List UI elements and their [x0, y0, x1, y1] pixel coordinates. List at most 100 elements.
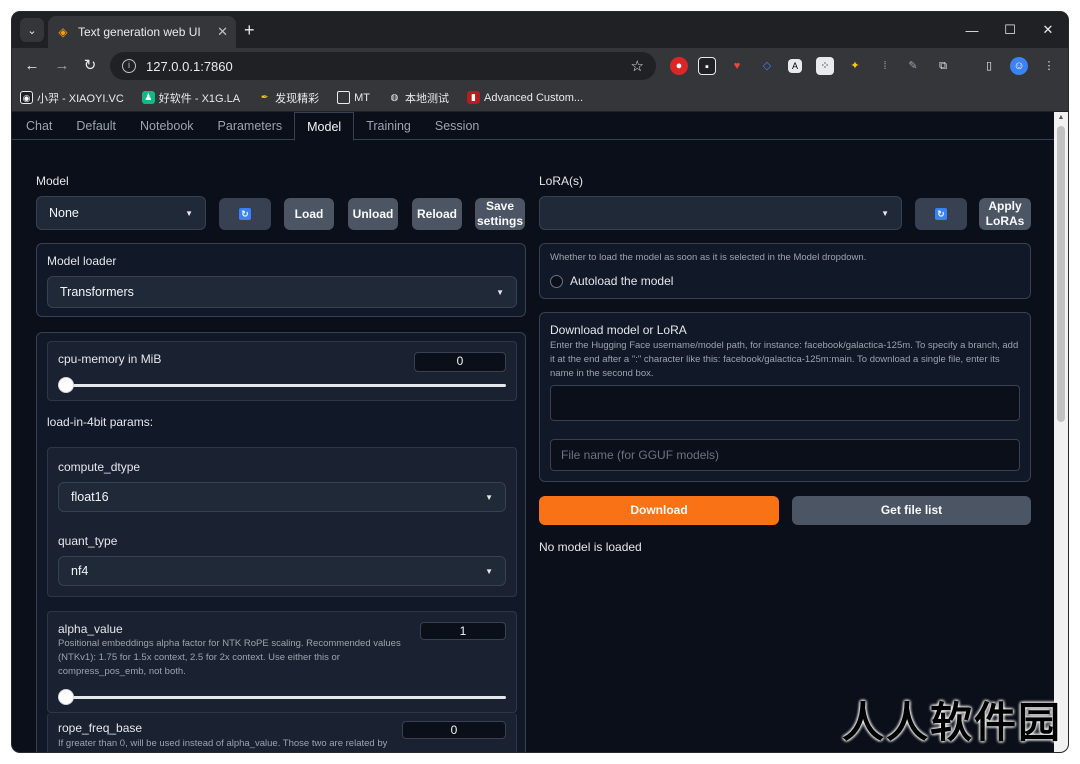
- app-tab-bar: Chat Default Notebook Parameters Model T…: [12, 112, 1054, 141]
- close-window-icon[interactable]: ✕: [1028, 12, 1068, 48]
- extension-key-icon[interactable]: ✦: [846, 57, 864, 75]
- rope-freq-label: rope_freq_base: [58, 721, 143, 735]
- tab-parameters[interactable]: Parameters: [206, 112, 295, 140]
- apply-loras-button[interactable]: Apply LoRAs: [979, 198, 1031, 230]
- browser-window: ⌄ ◈ Text generation web UI ✕ + — ☐ ✕ ← →…: [12, 12, 1068, 752]
- back-icon[interactable]: ←: [22, 56, 42, 76]
- autoload-panel: Whether to load the model as soon as it …: [539, 243, 1031, 299]
- extension-grid-icon[interactable]: ⁞: [876, 57, 894, 75]
- scroll-up-icon[interactable]: ▲: [1057, 114, 1065, 121]
- tab-model[interactable]: Model: [294, 112, 355, 141]
- rope-freq-info: If greater than 0, will be used instead …: [58, 738, 388, 749]
- extension-face-icon[interactable]: ▪: [698, 57, 716, 75]
- pen-icon: ✒: [260, 92, 269, 102]
- tab-training[interactable]: Training: [354, 112, 423, 140]
- quant-type-selected: nf4: [71, 564, 89, 578]
- alpha-value-info: Positional embeddings alpha factor for N…: [58, 638, 401, 677]
- chevron-down-icon: ▼: [881, 208, 889, 218]
- site-info-icon[interactable]: i: [122, 59, 136, 73]
- autoload-info: Whether to load the model as soon as it …: [550, 252, 867, 263]
- model-dropdown[interactable]: None ▼: [36, 196, 206, 230]
- download-info: Enter the Hugging Face username/model pa…: [550, 340, 1019, 379]
- save-settings-button[interactable]: Save settings: [475, 198, 525, 230]
- compute-dtype-selected: float16: [71, 490, 109, 504]
- cpu-memory-slider-handle[interactable]: [58, 377, 74, 393]
- tab-close-icon[interactable]: ✕: [217, 24, 228, 40]
- extension-cube-icon[interactable]: ◇: [758, 57, 776, 75]
- unload-button[interactable]: Unload: [348, 198, 398, 230]
- github-icon: ◉: [20, 91, 33, 104]
- bookmark-item[interactable]: ✒ 发现精彩: [258, 90, 319, 106]
- model-path-input[interactable]: [550, 385, 1020, 421]
- site-watermark: 人人软件园: [841, 698, 1062, 747]
- bookmark-item[interactable]: MT: [337, 91, 370, 104]
- extensions-puzzle-icon[interactable]: ⧉: [934, 57, 952, 75]
- extension-pin-icon[interactable]: ✎: [904, 57, 922, 75]
- cpu-memory-input[interactable]: 0: [414, 352, 506, 372]
- quant-type-dropdown[interactable]: nf4 ▼: [58, 556, 506, 586]
- download-button[interactable]: Download: [539, 496, 779, 525]
- download-title: Download model or LoRA: [550, 323, 687, 337]
- bookmark-item[interactable]: ◉ 小羿 - XIAOYI.VC: [20, 90, 124, 106]
- tab-chat[interactable]: Chat: [14, 112, 64, 140]
- more-menu-icon[interactable]: ⋮: [1040, 57, 1058, 75]
- side-panel-icon[interactable]: ▯: [980, 57, 998, 75]
- extension-dice-icon[interactable]: ⁘: [816, 57, 834, 75]
- x1g-icon: ♟: [141, 91, 155, 104]
- tab-search-button[interactable]: ⌄: [20, 18, 44, 42]
- tab-notebook[interactable]: Notebook: [128, 112, 206, 140]
- tab-default[interactable]: Default: [64, 112, 128, 140]
- refresh-loras-button[interactable]: ↻: [915, 198, 967, 230]
- tab-session[interactable]: Session: [423, 112, 491, 140]
- model-loader-selected: Transformers: [60, 285, 134, 299]
- bookmark-item[interactable]: ♟ 好软件 - X1G.LA: [141, 90, 240, 106]
- autoload-label: Autoload the model: [570, 274, 674, 288]
- bookmark-star-icon[interactable]: ☆: [631, 57, 644, 75]
- extension-heart-icon[interactable]: ♥: [728, 57, 746, 75]
- forward-icon[interactable]: →: [52, 56, 72, 76]
- quant-params-block: compute_dtype float16 ▼ quant_type nf4 ▼: [47, 447, 517, 597]
- load-button[interactable]: Load: [284, 198, 334, 230]
- chevron-down-icon: ▼: [485, 566, 493, 576]
- page-scrollbar[interactable]: ▲: [1054, 112, 1068, 752]
- bookmark-item[interactable]: ◍ 本地测试: [388, 90, 449, 106]
- alpha-value-slider-track[interactable]: [58, 696, 506, 699]
- chevron-down-icon: ▼: [485, 492, 493, 502]
- gguf-filename-input[interactable]: File name (for GGUF models): [550, 439, 1020, 471]
- chevron-down-icon: ▼: [185, 208, 193, 218]
- extension-adblock-icon[interactable]: ●: [670, 57, 688, 75]
- url-text: 127.0.0.1:7860: [146, 58, 233, 74]
- folder-icon: [337, 91, 351, 104]
- bookmarks-bar: ◉ 小羿 - XIAOYI.VC ♟ 好软件 - X1G.LA ✒ 发现精彩 MT ◍…: [12, 84, 1068, 112]
- refresh-models-button[interactable]: ↻: [219, 198, 271, 230]
- reload-icon[interactable]: ↻: [80, 56, 100, 76]
- profile-avatar-icon[interactable]: ☺: [1010, 57, 1028, 75]
- lora-dropdown[interactable]: ▼: [539, 196, 902, 230]
- refresh-icon: ↻: [935, 208, 947, 220]
- new-tab-icon[interactable]: +: [244, 20, 255, 40]
- get-file-list-button[interactable]: Get file list: [792, 496, 1031, 525]
- alpha-value-input[interactable]: 1: [420, 622, 506, 640]
- address-bar[interactable]: i 127.0.0.1:7860 ☆: [110, 52, 656, 80]
- minimize-icon[interactable]: —: [952, 12, 992, 48]
- webui-app: Chat Default Notebook Parameters Model T…: [12, 112, 1054, 752]
- maximize-icon[interactable]: ☐: [990, 12, 1030, 48]
- alpha-value-block: alpha_value 1 Positional embeddings alph…: [47, 611, 517, 713]
- model-loader-dropdown[interactable]: Transformers ▼: [47, 276, 517, 308]
- tab-title: Text generation web UI: [78, 25, 201, 39]
- model-status-text: No model is loaded: [539, 540, 642, 554]
- extension-a-icon[interactable]: A: [788, 59, 802, 73]
- chevron-down-icon: ▼: [496, 287, 504, 297]
- scrollbar-thumb[interactable]: [1057, 126, 1065, 422]
- reload-button[interactable]: Reload: [412, 198, 462, 230]
- cpu-memory-slider-track[interactable]: [58, 384, 506, 387]
- bookmark-item[interactable]: ▮ Advanced Custom...: [466, 91, 583, 104]
- alpha-value-slider-handle[interactable]: [58, 689, 74, 705]
- cpu-memory-block: cpu-memory in MiB 0: [47, 341, 517, 401]
- autoload-checkbox[interactable]: [550, 275, 563, 288]
- browser-tab[interactable]: ◈ Text generation web UI ✕: [48, 16, 236, 48]
- model-loader-panel: Model loader Transformers ▼: [36, 243, 526, 317]
- rope-freq-block: rope_freq_base 0 If greater than 0, will…: [47, 713, 517, 752]
- rope-freq-input[interactable]: 0: [402, 721, 506, 739]
- compute-dtype-dropdown[interactable]: float16 ▼: [58, 482, 506, 512]
